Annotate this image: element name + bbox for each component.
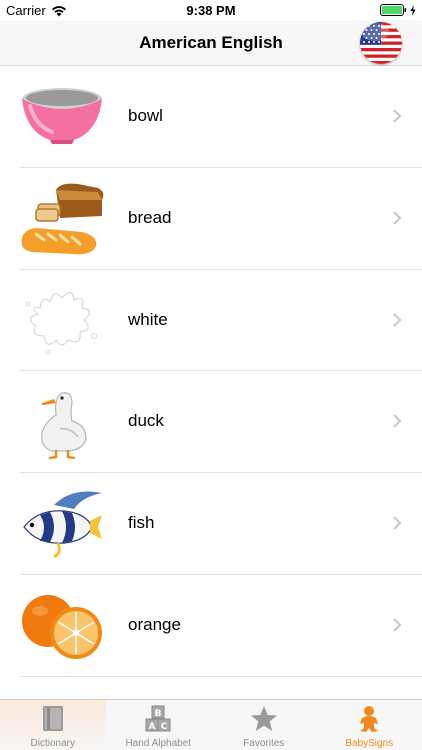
chevron-right-icon	[393, 312, 402, 327]
tab-label: Hand Alphabet	[125, 738, 192, 749]
chevron-right-icon	[393, 618, 402, 632]
baby-icon	[360, 706, 379, 732]
star-icon	[250, 706, 277, 731]
svg-text:B: B	[155, 709, 162, 719]
list-item-label: bowl	[128, 106, 163, 125]
us-flag-button[interactable]	[360, 22, 402, 64]
status-bar: Carrier 9:38 PM	[0, 0, 422, 22]
status-time: 9:38 PM	[186, 3, 236, 18]
list-item-partial[interactable]	[20, 677, 422, 699]
bread-icon	[21, 183, 104, 255]
tab-favorites[interactable]: Favorites	[211, 700, 317, 750]
list-item-label: orange	[128, 614, 181, 634]
list-item-bread[interactable]: bread	[20, 168, 422, 270]
page-title: American English	[139, 33, 283, 52]
list-item-fish[interactable]: fish	[20, 473, 422, 575]
battery-icon	[380, 4, 407, 16]
chevron-right-icon	[393, 414, 402, 429]
white-splash-icon	[25, 291, 97, 355]
tab-bar: Dictionary B A C Hand Alphabet Favorites…	[0, 699, 422, 750]
fish-icon	[23, 491, 102, 559]
list-item-label: duck	[128, 411, 164, 431]
chevron-right-icon	[393, 211, 402, 225]
svg-text:A: A	[149, 722, 156, 732]
us-flag-icon	[360, 22, 402, 64]
chevron-right-icon	[393, 109, 402, 123]
orange-icon	[22, 594, 102, 659]
list-item-white[interactable]: white	[20, 270, 422, 372]
navigation-bar: American English	[0, 20, 422, 66]
book-icon	[42, 706, 63, 731]
list-item-label: fish	[128, 513, 155, 533]
partial-item-icon	[20, 691, 104, 699]
duck-icon	[41, 392, 87, 460]
status-right	[380, 4, 416, 16]
tab-babysigns[interactable]: BabySigns	[317, 700, 422, 750]
charging-bolt-icon	[410, 4, 416, 16]
word-list: bowl bread white duck fish orange	[0, 66, 422, 699]
tab-label: BabySigns	[345, 738, 394, 749]
tab-hand-alphabet[interactable]: B A C Hand Alphabet	[106, 700, 212, 750]
list-item-label: white	[128, 309, 168, 329]
list-item-duck[interactable]: duck	[20, 371, 422, 474]
list-item-label: bread	[128, 207, 172, 227]
tab-dictionary[interactable]: Dictionary	[0, 700, 106, 750]
abc-blocks-icon: B A C	[145, 705, 171, 732]
svg-text:C: C	[161, 722, 168, 732]
chevron-right-icon	[393, 516, 402, 530]
list-item-orange[interactable]: orange	[20, 575, 422, 677]
tab-label: Favorites	[243, 738, 285, 749]
tab-label: Dictionary	[30, 738, 75, 749]
bowl-icon	[22, 88, 102, 144]
list-item-bowl[interactable]: bowl	[20, 66, 422, 168]
